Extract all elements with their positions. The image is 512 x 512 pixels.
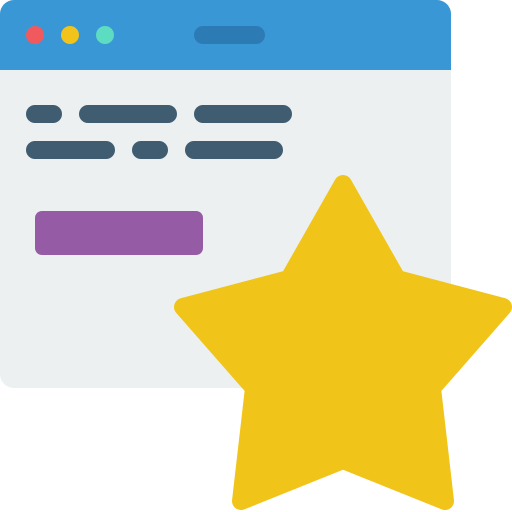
close-dot[interactable]	[26, 26, 44, 44]
text-placeholder-line	[132, 141, 168, 159]
text-placeholder-line	[79, 105, 177, 123]
address-bar[interactable]	[194, 26, 265, 44]
title-bar	[0, 0, 451, 70]
text-placeholder-line	[194, 105, 292, 123]
browser-favorite-illustration	[0, 0, 512, 512]
text-placeholder-line	[26, 105, 62, 123]
minimize-dot[interactable]	[61, 26, 79, 44]
maximize-dot[interactable]	[96, 26, 114, 44]
action-button[interactable]	[35, 211, 203, 255]
text-placeholder-line	[185, 141, 283, 159]
text-placeholder-line	[26, 141, 115, 159]
